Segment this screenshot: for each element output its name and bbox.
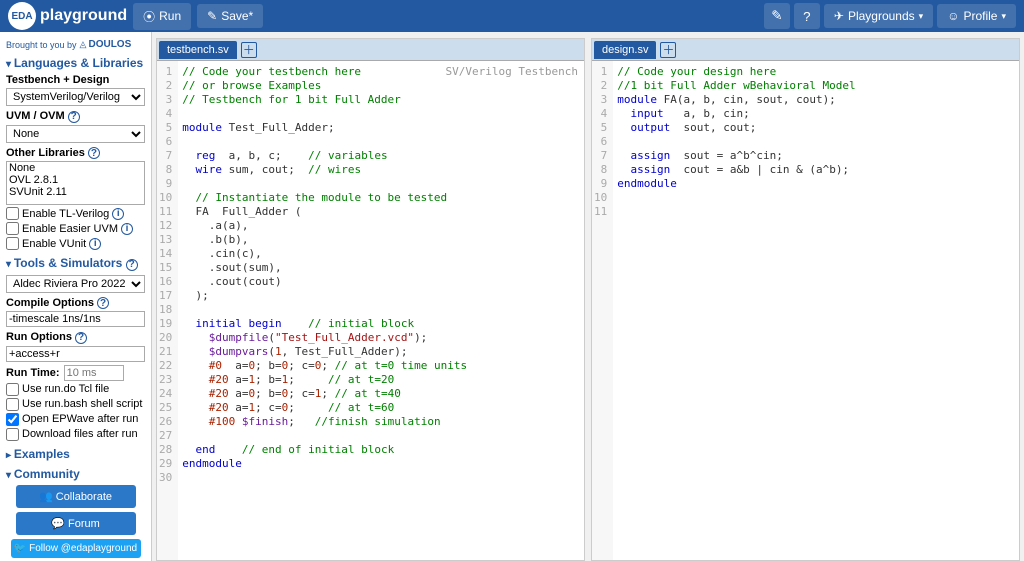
use-rundo-row[interactable]: Use run.do Tcl file [6, 383, 145, 396]
enable-vunit-row[interactable]: Enable VUnit i [6, 237, 145, 250]
play-icon: ⦿ [143, 8, 155, 25]
twitter-follow-button[interactable]: 🐦 Follow @edaplayground [11, 539, 141, 558]
gutter: 1234567891011121314151617181920212223242… [157, 61, 178, 560]
tab-testbench[interactable]: testbench.sv [159, 41, 237, 59]
add-tab-button[interactable]: ＋ [241, 42, 257, 58]
edit-icon-button[interactable]: ✎ [764, 3, 790, 29]
tab-design[interactable]: design.sv [594, 41, 656, 59]
uvm-select[interactable]: None [6, 125, 145, 143]
enable-easieruvm-checkbox[interactable] [6, 222, 19, 235]
save-button[interactable]: ✎Save* [197, 4, 263, 28]
tools-header[interactable]: Tools & Simulators ? [6, 256, 145, 271]
chat-icon: 💬 [51, 518, 68, 530]
download-files-row[interactable]: Download files after run [6, 428, 145, 441]
code-area[interactable]: // Code your design here //1 bit Full Ad… [613, 61, 859, 560]
twitter-icon: 🐦 [14, 543, 29, 554]
info-icon[interactable]: ? [97, 297, 109, 309]
forum-button[interactable]: 💬 Forum [16, 512, 136, 535]
community-header[interactable]: Community [6, 467, 145, 481]
pencil-icon: ✎ [207, 9, 217, 23]
editor-hint: SV/Verilog Testbench [446, 65, 578, 78]
list-item[interactable]: None [7, 162, 144, 174]
logo-text: playground [40, 7, 127, 25]
run-button[interactable]: ⦿Run [133, 3, 191, 30]
use-runbash-checkbox[interactable] [6, 398, 19, 411]
testbench-pane: testbench.sv ＋ SV/Verilog Testbench 1234… [156, 38, 585, 561]
simulator-select[interactable]: Aldec Riviera Pro 2022.04 [6, 275, 145, 293]
collaborate-button[interactable]: 👥 Collaborate [16, 485, 136, 508]
people-icon: 👥 [39, 491, 56, 503]
logo-badge: EDA [8, 2, 36, 30]
run-options-input[interactable] [6, 346, 145, 362]
enable-easieruvm-row[interactable]: Enable Easier UVM i [6, 222, 145, 235]
playgrounds-dropdown[interactable]: ✈Playgrounds [824, 4, 933, 28]
examples-header[interactable]: Examples [6, 447, 145, 461]
design-tabs: design.sv ＋ [592, 39, 1019, 61]
user-icon: ☺ [947, 9, 959, 23]
open-epwave-row[interactable]: Open EPWave after run [6, 413, 145, 426]
add-tab-button[interactable]: ＋ [660, 42, 676, 58]
info-icon[interactable]: ? [75, 332, 87, 344]
info-icon[interactable]: ? [126, 259, 138, 271]
enable-tlverilog-checkbox[interactable] [6, 207, 19, 220]
info-icon[interactable]: ? [88, 147, 100, 159]
profile-dropdown[interactable]: ☺Profile [937, 4, 1016, 28]
testbench-tabs: testbench.sv ＋ [157, 39, 584, 61]
brought-by: Brought to you by ◬DOULOS [6, 39, 145, 50]
gutter: 1234567891011 [592, 61, 613, 560]
topbar: EDA playground ⦿Run ✎Save* ✎ ? ✈Playgrou… [0, 0, 1024, 32]
send-icon: ✈ [834, 9, 844, 23]
list-item[interactable]: SVUnit 2.11 [7, 186, 144, 198]
testbench-editor[interactable]: SV/Verilog Testbench 1234567891011121314… [157, 61, 584, 560]
uvm-label: UVM / OVM ? [6, 110, 145, 123]
use-rundo-checkbox[interactable] [6, 383, 19, 396]
enable-vunit-checkbox[interactable] [6, 237, 19, 250]
run-options-label: Run Options ? [6, 331, 145, 344]
runtime-label: Run Time: [6, 367, 60, 379]
other-libs-label: Other Libraries ? [6, 147, 145, 160]
download-files-checkbox[interactable] [6, 428, 19, 441]
testbench-design-label: Testbench + Design [6, 74, 145, 86]
editors-area: testbench.sv ＋ SV/Verilog Testbench 1234… [152, 32, 1024, 561]
languages-header[interactable]: Languages & Libraries [6, 56, 145, 70]
compile-options-label: Compile Options ? [6, 297, 145, 310]
code-area[interactable]: // Code your testbench here // or browse… [178, 61, 471, 560]
info-icon[interactable]: i [121, 223, 133, 235]
use-runbash-row[interactable]: Use run.bash shell script [6, 398, 145, 411]
info-icon[interactable]: ? [68, 111, 80, 123]
list-item[interactable]: OVL 2.8.1 [7, 174, 144, 186]
open-epwave-checkbox[interactable] [6, 413, 19, 426]
help-icon-button[interactable]: ? [794, 3, 820, 29]
design-editor[interactable]: 1234567891011 // Code your design here /… [592, 61, 1019, 560]
info-icon[interactable]: i [112, 208, 124, 220]
runtime-input[interactable] [64, 365, 124, 381]
testbench-select[interactable]: SystemVerilog/Verilog [6, 88, 145, 106]
sidebar: Brought to you by ◬DOULOS Languages & Li… [0, 32, 152, 561]
logo[interactable]: EDA playground [8, 2, 127, 30]
doulos-logo: ◬DOULOS [80, 39, 132, 50]
main: Brought to you by ◬DOULOS Languages & Li… [0, 32, 1024, 561]
info-icon[interactable]: i [89, 238, 101, 250]
compile-options-input[interactable] [6, 311, 145, 327]
libraries-list[interactable]: None OVL 2.8.1 SVUnit 2.11 [6, 161, 145, 205]
enable-tlverilog-row[interactable]: Enable TL-Verilog i [6, 207, 145, 220]
design-pane: design.sv ＋ 1234567891011 // Code your d… [591, 38, 1020, 561]
